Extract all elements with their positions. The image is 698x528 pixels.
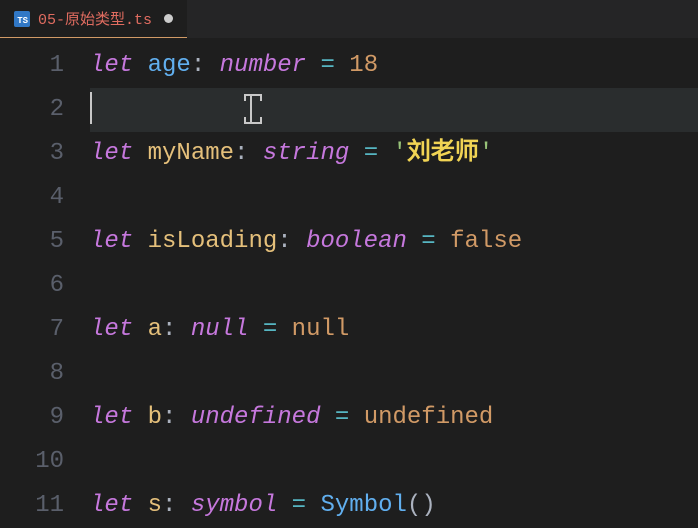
line-number: 8 (0, 352, 64, 396)
tab-bar: TS 05-原始类型.ts (0, 0, 698, 38)
tab-filename: 05-原始类型.ts (38, 8, 152, 29)
equals: = (421, 228, 435, 255)
code-line-active[interactable] (90, 88, 698, 132)
identifier: b (148, 404, 162, 431)
colon: : (234, 140, 248, 167)
string-literal: 刘老师 (407, 140, 479, 167)
code-line[interactable]: let age: number = 18 (90, 44, 698, 88)
colon: : (162, 404, 176, 431)
identifier: s (148, 492, 162, 519)
equals: = (364, 140, 378, 167)
keyword-let: let (90, 404, 133, 431)
code-line[interactable]: let b: undefined = undefined (90, 396, 698, 440)
keyword-let: let (90, 140, 133, 167)
null-literal: null (292, 316, 350, 343)
colon: : (162, 492, 176, 519)
line-number: 9 (0, 396, 64, 440)
keyword-let: let (90, 228, 133, 255)
type-annotation: null (191, 316, 249, 343)
line-number: 5 (0, 220, 64, 264)
equals: = (263, 316, 277, 343)
keyword-let: let (90, 52, 133, 79)
line-number: 10 (0, 440, 64, 484)
line-number: 4 (0, 176, 64, 220)
equals: = (320, 52, 334, 79)
number-literal: 18 (349, 52, 378, 79)
code-line[interactable] (90, 352, 698, 396)
code-line[interactable]: let s: symbol = Symbol() (90, 484, 698, 528)
code-line[interactable]: let isLoading: boolean = false (90, 220, 698, 264)
line-number: 3 (0, 132, 64, 176)
type-annotation: symbol (191, 492, 277, 519)
line-number: 2 (0, 88, 64, 132)
colon: : (191, 52, 205, 79)
identifier: a (148, 316, 162, 343)
typescript-icon: TS (14, 11, 30, 27)
string-quote: ' (479, 140, 493, 167)
line-number: 11 (0, 484, 64, 528)
code-line[interactable] (90, 440, 698, 484)
type-annotation: boolean (306, 228, 407, 255)
text-caret-icon (90, 92, 92, 124)
type-annotation: string (263, 140, 349, 167)
code-line[interactable]: let a: null = null (90, 308, 698, 352)
tab-active[interactable]: TS 05-原始类型.ts (0, 0, 187, 38)
string-quote: ' (393, 140, 407, 167)
keyword-let: let (90, 316, 133, 343)
line-number: 1 (0, 44, 64, 88)
code-line[interactable] (90, 264, 698, 308)
type-annotation: undefined (191, 404, 321, 431)
paren-open: ( (407, 492, 421, 519)
code-area[interactable]: let age: number = 18 let myName: string … (90, 44, 698, 528)
function-call: Symbol (320, 492, 406, 519)
code-editor[interactable]: 1 2 3 4 5 6 7 8 9 10 11 let age: number … (0, 38, 698, 528)
line-number-gutter: 1 2 3 4 5 6 7 8 9 10 11 (0, 44, 90, 528)
paren-close: ) (421, 492, 435, 519)
identifier: age (148, 52, 191, 79)
line-number: 7 (0, 308, 64, 352)
boolean-literal: false (450, 228, 522, 255)
colon: : (277, 228, 291, 255)
code-line[interactable] (90, 176, 698, 220)
undefined-literal: undefined (364, 404, 494, 431)
line-number: 6 (0, 264, 64, 308)
type-annotation: number (220, 52, 306, 79)
code-line[interactable]: let myName: string = '刘老师' (90, 132, 698, 176)
equals: = (292, 492, 306, 519)
ibeam-cursor-icon (244, 94, 258, 124)
identifier: isLoading (148, 228, 278, 255)
colon: : (162, 316, 176, 343)
equals: = (335, 404, 349, 431)
unsaved-dot-icon (164, 14, 173, 23)
keyword-let: let (90, 492, 133, 519)
identifier: myName (148, 140, 234, 167)
